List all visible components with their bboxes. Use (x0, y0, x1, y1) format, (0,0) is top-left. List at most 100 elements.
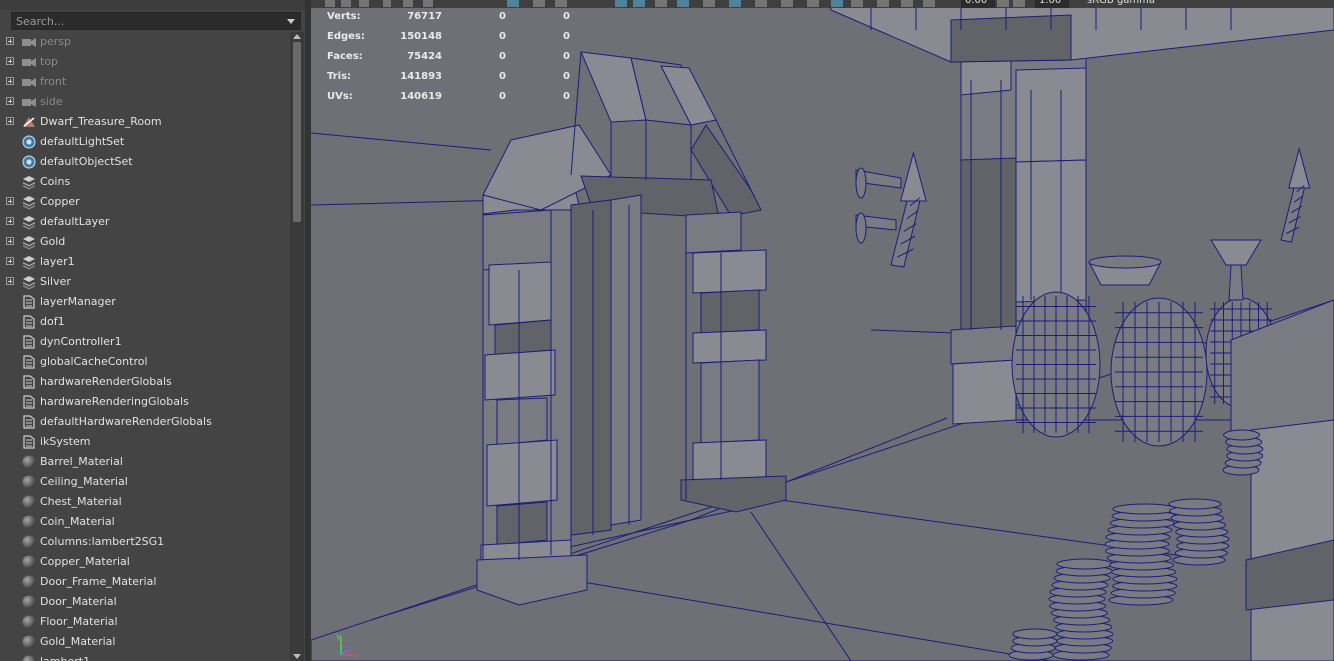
outliner-item-chest-material[interactable]: Chest_Material (0, 492, 290, 512)
toolbar-icon-23[interactable] (923, 0, 935, 7)
chest-mesh[interactable] (1230, 299, 1334, 661)
toolbar-icon-16[interactable] (755, 0, 767, 7)
toolbar-icon-11[interactable] (633, 0, 645, 7)
toolbar-icon-8[interactable] (533, 0, 545, 7)
toolbar-icon-3[interactable] (359, 0, 369, 7)
toolbar-icon-10[interactable] (615, 0, 627, 7)
toolbar-icon-15[interactable] (729, 0, 741, 7)
toolbar-icon-6[interactable] (423, 0, 433, 7)
outliner-item-defaultobjectset[interactable]: defaultObjectSet (0, 152, 290, 172)
outliner-item-barrel-material[interactable]: Barrel_Material (0, 452, 290, 472)
outliner-item-dyncontroller1[interactable]: dynController1 (0, 332, 290, 352)
outliner-item-ceiling-material[interactable]: Ceiling_Material (0, 472, 290, 492)
outliner-item-layer1[interactable]: layer1 (0, 252, 290, 272)
outliner-item-side[interactable]: side (0, 92, 290, 112)
toolbar-icon-21[interactable] (877, 0, 889, 7)
toolbar-icon-7[interactable] (507, 0, 519, 7)
gamma-field[interactable]: 1.00 (1035, 0, 1069, 8)
toolbar-icon-13[interactable] (677, 0, 689, 7)
toolbar-icon-22[interactable] (901, 0, 913, 7)
outliner-item-hardwarerenderglobals[interactable]: hardwareRenderGlobals (0, 372, 290, 392)
expand-plus-icon[interactable] (6, 217, 14, 225)
expand-plus-icon[interactable] (6, 257, 14, 265)
barrel-right[interactable] (1110, 297, 1208, 447)
toolbar-icon-9[interactable] (555, 0, 567, 7)
outliner-item-dof1[interactable]: dof1 (0, 312, 290, 332)
expand-plus-icon[interactable] (6, 57, 14, 65)
exposure-field[interactable]: 0.00 (961, 0, 995, 8)
barrel-left[interactable] (1011, 291, 1101, 438)
torch-bracket-mesh[interactable] (855, 167, 902, 244)
toolbar-icon-1[interactable] (325, 0, 335, 7)
toolbar-icon-2[interactable] (341, 0, 351, 7)
coin-stack-5[interactable] (1222, 429, 1264, 476)
goblet-right[interactable] (1210, 239, 1262, 301)
hud-selected: 0 (499, 11, 506, 22)
ceiling-beam-mesh[interactable] (830, 0, 1334, 63)
outliner-item-copper[interactable]: Copper (0, 192, 290, 212)
outliner-item-persp[interactable]: persp (0, 32, 290, 52)
search-field[interactable] (11, 12, 301, 30)
toolbar-icon-25[interactable] (1013, 0, 1025, 7)
toolbar-icon-18[interactable] (807, 0, 819, 7)
coin-stack-1[interactable] (1048, 558, 1114, 661)
color-management-label[interactable]: sRGB gamma (1087, 0, 1187, 8)
expand-plus-icon[interactable] (6, 197, 14, 205)
toolbar-icon-5[interactable] (403, 0, 413, 7)
outliner-item-defaultlightset[interactable]: defaultLightSet (0, 132, 290, 152)
material-icon (21, 474, 37, 490)
scene-wireframe[interactable] (311, 0, 1334, 661)
outliner-item-columns-lambert2sg1[interactable]: Columns:lambert2SG1 (0, 532, 290, 552)
toolbar-icon-24[interactable] (997, 0, 1009, 7)
outliner-item-gold[interactable]: Gold (0, 232, 290, 252)
toolbar-icon-17[interactable] (781, 0, 793, 7)
outliner-item-iksystem[interactable]: ikSystem (0, 432, 290, 452)
outliner-item-top[interactable]: top (0, 52, 290, 72)
scroll-down-icon[interactable] (293, 654, 301, 659)
coin-stack-3[interactable] (1168, 498, 1230, 566)
expand-plus-icon[interactable] (6, 97, 14, 105)
outliner-item-lambert1[interactable]: lambert1 (0, 652, 290, 661)
outliner-scrollbar[interactable] (290, 32, 304, 661)
outliner-item-hardwarerenderingglobals[interactable]: hardwareRenderingGlobals (0, 392, 290, 412)
outliner-item-defaulthardwarerenderglobals[interactable]: defaultHardwareRenderGlobals (0, 412, 290, 432)
outliner-item-globalcachecontrol[interactable]: globalCacheControl (0, 352, 290, 372)
material-icon (21, 594, 37, 610)
outliner-item-dwarf-treasure-room[interactable]: Dwarf_Treasure_Room (0, 112, 290, 132)
outliner-item-coin-material[interactable]: Coin_Material (0, 512, 290, 532)
outliner-item-gold-material[interactable]: Gold_Material (0, 632, 290, 652)
toolbar-icon-14[interactable] (703, 0, 715, 7)
outliner-item-silver[interactable]: Silver (0, 272, 290, 292)
expand-plus-icon[interactable] (6, 117, 14, 125)
door-panel-mesh[interactable] (570, 194, 642, 536)
scrollbar-thumb[interactable] (293, 42, 301, 222)
search-options-dropdown-icon[interactable] (287, 19, 295, 24)
expand-plus-icon[interactable] (6, 237, 14, 245)
toolbar-icon-20[interactable] (851, 0, 863, 7)
outliner-item-label: defaultHardwareRenderGlobals (40, 415, 212, 428)
outliner-item-front[interactable]: front (0, 72, 290, 92)
toolbar-icon-4[interactable] (383, 0, 391, 7)
outliner-item-label: Door_Material (40, 595, 117, 608)
coin-stack-2[interactable] (1104, 503, 1178, 606)
outliner-item-floor-material[interactable]: Floor_Material (0, 612, 290, 632)
outliner-item-layermanager[interactable]: layerManager (0, 292, 290, 312)
coin-stack-4[interactable] (1008, 628, 1058, 661)
outliner-item-coins[interactable]: Coins (0, 172, 290, 192)
toolbar-icon-19[interactable] (831, 0, 843, 7)
viewport-panel[interactable]: 0.00 1.00 sRGB gamma Verts: 76717 0 0 Edges: 15… (311, 0, 1334, 661)
toolbar-icon-12[interactable] (655, 0, 667, 7)
expand-plus-icon[interactable] (6, 77, 14, 85)
bowl-left[interactable] (1088, 255, 1162, 286)
wall-torch-right[interactable] (1280, 147, 1311, 243)
right-pillar-mesh[interactable] (680, 211, 787, 513)
outliner-item-door-material[interactable]: Door_Material (0, 592, 290, 612)
expand-plus-icon[interactable] (6, 277, 14, 285)
outliner-item-door-frame-material[interactable]: Door_Frame_Material (0, 572, 290, 592)
outliner-item-defaultlayer[interactable]: defaultLayer (0, 212, 290, 232)
expand-plus-icon[interactable] (6, 37, 14, 45)
outliner-item-copper-material[interactable]: Copper_Material (0, 552, 290, 572)
search-input[interactable] (16, 14, 276, 28)
wall-torch-left[interactable] (890, 151, 927, 268)
scroll-up-icon[interactable] (293, 34, 301, 39)
